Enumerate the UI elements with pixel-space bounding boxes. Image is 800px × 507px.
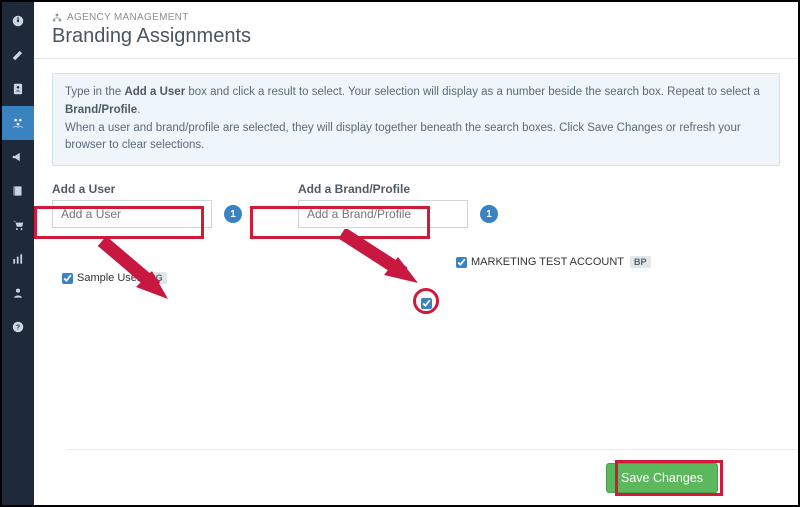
page-title: Branding Assignments	[52, 25, 780, 48]
page-header: AGENCY MANAGEMENT Branding Assignments	[34, 2, 798, 59]
brand-column: Add a Brand/Profile 1 MARKETING TEST ACC…	[298, 182, 598, 284]
add-user-input[interactable]	[52, 200, 212, 228]
nav-book[interactable]	[2, 174, 34, 208]
nav-contact[interactable]	[2, 72, 34, 106]
sitemap-icon	[52, 13, 62, 23]
main: AGENCY MANAGEMENT Branding Assignments T…	[34, 2, 798, 505]
info-panel: Type in the Add a User box and click a r…	[52, 73, 780, 166]
selected-user-name: Sample User	[77, 272, 141, 284]
nav-agency[interactable]	[2, 106, 34, 140]
user-column: Add a User 1 Sample User 6G	[52, 182, 270, 284]
selected-user-chip: 6G	[147, 272, 167, 284]
nav-help[interactable]: ?	[2, 310, 34, 344]
nav-announce[interactable]	[2, 140, 34, 174]
nav-user[interactable]	[2, 276, 34, 310]
selected-brand-chip: BP	[630, 256, 651, 268]
nav-edit[interactable]	[2, 38, 34, 72]
breadcrumb: AGENCY MANAGEMENT	[52, 12, 780, 23]
brand-count-badge: 1	[480, 205, 498, 223]
nav-cart[interactable]	[2, 208, 34, 242]
svg-text:?: ?	[16, 324, 20, 331]
inputs-row: Add a User 1 Sample User 6G Add a Brand/…	[52, 182, 780, 284]
nav-stats[interactable]	[2, 242, 34, 276]
selected-brand-row: MARKETING TEST ACCOUNT BP	[456, 256, 598, 268]
selected-user-checkbox[interactable]	[62, 273, 73, 284]
brand-label: Add a Brand/Profile	[298, 182, 598, 196]
selected-user-row: Sample User 6G	[62, 272, 270, 284]
breadcrumb-text: AGENCY MANAGEMENT	[67, 12, 189, 23]
save-changes-button[interactable]: Save Changes	[606, 463, 718, 493]
sub-profile-checkbox[interactable]	[421, 298, 432, 309]
selected-brand-checkbox[interactable]	[456, 257, 467, 268]
selected-brand-name: MARKETING TEST ACCOUNT	[471, 256, 624, 268]
app-frame: ? AGENCY MANAGEMENT Branding Assignments…	[0, 0, 800, 507]
sub-profile-checkbox-wrap	[421, 297, 432, 312]
user-count-badge: 1	[224, 205, 242, 223]
sidebar: ?	[2, 2, 34, 505]
user-label: Add a User	[52, 182, 270, 196]
footer-bar: Save Changes	[66, 449, 798, 505]
add-brand-input[interactable]	[298, 200, 468, 228]
nav-dashboard[interactable]	[2, 4, 34, 38]
page-body: Type in the Add a User box and click a r…	[34, 59, 798, 505]
